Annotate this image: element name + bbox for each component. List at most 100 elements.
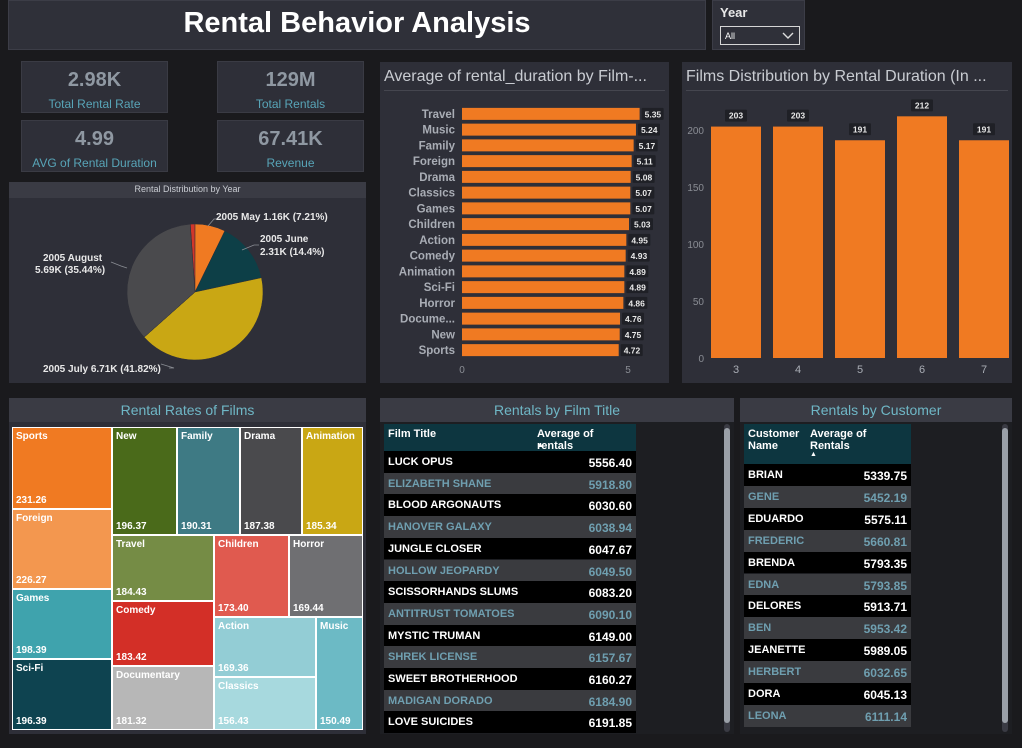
column-bar[interactable] — [835, 140, 885, 358]
treemap-tile-animation[interactable]: Animation 185.34 — [302, 427, 363, 535]
treemap-tile-new[interactable]: New 196.37 — [112, 427, 177, 535]
table-row[interactable]: DORA 6045.13 — [744, 683, 911, 705]
table-row[interactable]: JEANETTE 5989.05 — [744, 639, 911, 662]
table-row[interactable]: LEONA 6111.14 — [744, 704, 911, 727]
table-cell-value: 5556.40 — [533, 451, 636, 473]
table-row[interactable]: BLOOD ARGONAUTS 6030.60 — [384, 494, 636, 517]
column-bar[interactable] — [897, 116, 947, 358]
table-row[interactable]: DELORES 5913.71 — [744, 595, 911, 618]
hbar-bar[interactable] — [462, 233, 627, 246]
table-cell-value: 5913.71 — [806, 595, 911, 618]
hbar-bar[interactable] — [462, 296, 624, 309]
hbar-category-label: Family — [419, 140, 456, 152]
treemap-tile-games[interactable]: Games 198.39 — [12, 589, 112, 659]
hbar-bar[interactable] — [462, 344, 619, 357]
table-row[interactable]: EDNA 5793.85 — [744, 573, 911, 596]
table-row[interactable]: HANOVER GALAXY 6038.94 — [384, 516, 636, 538]
treemap-tile-music[interactable]: Music 150.49 — [316, 617, 363, 730]
table-row[interactable]: BEN 5953.42 — [744, 617, 911, 640]
year-slicer: Year All — [712, 0, 805, 50]
hbar-bar[interactable] — [462, 170, 631, 183]
hbar-bar[interactable] — [462, 186, 631, 199]
hbar-bar[interactable] — [462, 218, 629, 231]
table-row[interactable]: MYSTIC TRUMAN 6149.00 — [384, 624, 636, 647]
hbar-bar[interactable] — [462, 155, 632, 168]
table-cell-name-text: JUNGLE CLOSER — [388, 542, 482, 555]
treemap-tile-value: 169.36 — [218, 663, 249, 674]
hbar-bar[interactable] — [462, 139, 634, 152]
treemap-tile-value: 185.34 — [306, 521, 337, 532]
hbar-bar[interactable] — [462, 265, 625, 278]
film-table-scrollbar[interactable] — [724, 424, 730, 732]
treemap-tile-value: 150.49 — [320, 716, 351, 727]
table-cell-name-text: DORA — [748, 688, 781, 700]
table-row[interactable]: BRENDA 5793.35 — [744, 551, 911, 574]
customer-avg-rentals-header[interactable]: Average of Rentals ▲ — [806, 424, 911, 464]
table-row[interactable]: LOVE SUICIDES 6191.85 — [384, 711, 636, 734]
hbar-bar[interactable] — [462, 107, 640, 120]
table-row[interactable]: ELIZABETH SHANE 5918.80 — [384, 472, 636, 495]
table-row[interactable]: HERBERT 6032.65 — [744, 661, 911, 683]
table-cell-value: 5575.11 — [806, 507, 911, 530]
hbar-bar[interactable] — [462, 202, 631, 215]
column-axis-tick: 150 — [687, 183, 704, 194]
treemap-tile-documentary[interactable]: Documentary 181.32 — [112, 666, 214, 730]
treemap-tile-action[interactable]: Action 169.36 — [214, 617, 316, 677]
table-cell-name: ANTITRUST TOMATOES — [384, 602, 533, 625]
table-row[interactable]: MADIGAN DORADO 6184.90 — [384, 689, 636, 712]
treemap-tile-classics[interactable]: Classics 156.43 — [214, 677, 316, 730]
treemap-tile-value: 173.40 — [218, 603, 249, 614]
hbar-value-label: 5.11 — [637, 157, 653, 167]
hbar-bar[interactable] — [462, 123, 636, 136]
table-row[interactable]: LUCK OPUS 5556.40 — [384, 451, 636, 473]
hbar-bar[interactable] — [462, 249, 626, 262]
hbar-category-label: Horror — [419, 298, 455, 310]
hbar-bar[interactable] — [462, 328, 620, 341]
table-cell-value: 6038.94 — [533, 516, 636, 538]
hbar-bar[interactable] — [462, 281, 625, 294]
table-row[interactable]: SWEET BROTHERHOOD 6160.27 — [384, 668, 636, 690]
treemap-tile-foreign[interactable]: Foreign 226.27 — [12, 509, 112, 589]
table-row[interactable]: JUNGLE CLOSER 6047.67 — [384, 537, 636, 560]
table-row[interactable]: EDUARDO 5575.11 — [744, 507, 911, 530]
column-bar[interactable] — [773, 126, 823, 358]
treemap-tile-drama[interactable]: Drama 187.38 — [240, 427, 302, 535]
table-row[interactable]: FREDERIC K 5660.81 — [744, 529, 911, 552]
table-row[interactable]: ANTITRUST TOMATOES 6090.10 — [384, 602, 636, 625]
film-title-header[interactable]: Film Title — [384, 424, 533, 451]
table-cell-name-text: JEANETTE — [748, 644, 806, 657]
table-cell-name-text: BLOOD ARGONAUTS — [388, 499, 502, 512]
customer-table-scrollbar[interactable] — [1002, 424, 1008, 732]
table-cell-name-text: MYSTIC TRUMAN — [388, 629, 481, 642]
kpi-total-rental-rate: 2.98K Total Rental Rate — [21, 61, 168, 113]
treemap-tile-value: 183.42 — [116, 652, 147, 663]
treemap-tile-sports[interactable]: Sports 231.26 — [12, 427, 112, 509]
hbar-value-label: 5.24 — [641, 125, 658, 135]
treemap-tile-family[interactable]: Family 190.31 — [177, 427, 240, 535]
table-row[interactable]: SHREK LICENSE 6157.67 — [384, 646, 636, 668]
treemap-tile-children[interactable]: Children 173.40 — [214, 535, 289, 617]
treemap-tile-travel[interactable]: Travel 184.43 — [112, 535, 214, 601]
table-row[interactable]: GENE 5452.19 — [744, 485, 911, 508]
year-dropdown[interactable]: All — [720, 26, 800, 45]
treemap-tile-comedy[interactable]: Comedy 183.42 — [112, 601, 214, 666]
table-cell-value: 6030.60 — [533, 494, 636, 517]
customer-name-header[interactable]: Customer Name — [744, 424, 806, 464]
film-table-scroll-thumb[interactable] — [724, 428, 730, 723]
table-row[interactable]: SCISSORHANDS SLUMS 6083.20 — [384, 581, 636, 603]
column-axis-tick: 100 — [687, 240, 704, 251]
table-cell-name-text: HANOVER GALAXY — [388, 521, 492, 534]
column-bar[interactable] — [959, 140, 1009, 358]
hbar-bar[interactable] — [462, 312, 621, 325]
table-row[interactable]: BRIAN 5339.75 — [744, 464, 911, 486]
column-bar[interactable] — [711, 126, 761, 358]
treemap-tile-horror[interactable]: Horror 169.44 — [289, 535, 363, 617]
hbar-category-label: Games — [417, 203, 455, 215]
treemap-tile-sci-fi[interactable]: Sci-Fi 196.39 — [12, 659, 112, 730]
table-cell-value-text: 5339.75 — [863, 469, 907, 483]
pie-label-may: 2005 May 1.16K (7.21%) — [216, 212, 328, 223]
table-row[interactable]: HOLLOW JEOPARDY 6049.50 — [384, 559, 636, 582]
treemap-tile-value: 187.38 — [244, 521, 275, 532]
customer-table-scroll-thumb[interactable] — [1002, 428, 1008, 723]
avg-rentals-header[interactable]: Average of rentals ▲ — [533, 424, 636, 452]
